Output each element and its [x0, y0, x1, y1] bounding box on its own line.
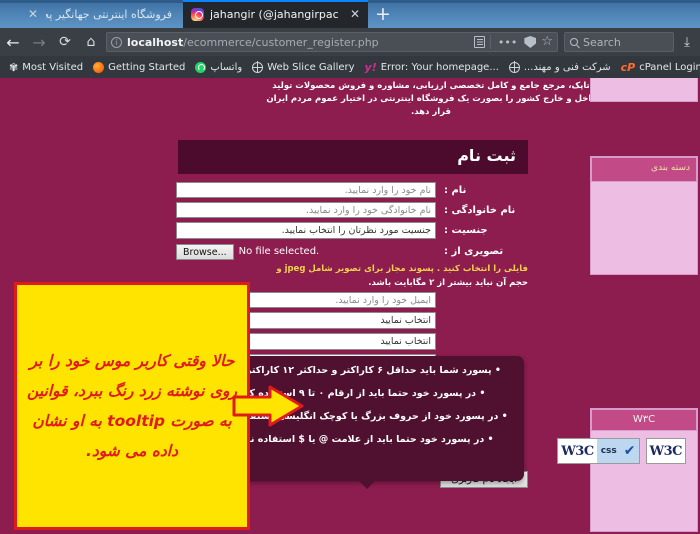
- site-slogan: تاپک، مرجع جامع و کامل تخصصی ارزیابی، مش…: [266, 81, 596, 117]
- bookmark-sherkat-fani[interactable]: شرکت فنی و مهند...: [504, 56, 616, 78]
- bookmark-web-slice-gallery[interactable]: Web Slice Gallery: [247, 56, 359, 78]
- form-row-gender: جنسیت : جنسیت مورد نظرتان را انتخاب نمای…: [176, 222, 528, 239]
- gender-select-value: جنسیت مورد نظرتان را انتخاب نمایید.: [281, 224, 431, 236]
- bookmark-label: Error: Your homepage...: [380, 61, 499, 73]
- bookmark-whatsapp[interactable]: واتساپ: [190, 56, 247, 78]
- back-icon[interactable]: ←: [0, 29, 26, 55]
- label-province: [436, 312, 528, 315]
- page-actions-icon[interactable]: •••: [496, 36, 519, 49]
- forward-icon[interactable]: →: [26, 29, 52, 55]
- bookmark-label: Web Slice Gallery: [267, 61, 355, 73]
- form-row-last-name: نام خانوادگی : نام خانوادگی خود را وارد …: [176, 202, 528, 218]
- tooltip-line-4: • در پسورد خود حتما باید از علامت @ یا $…: [224, 434, 494, 445]
- globe-icon: [508, 61, 520, 73]
- bookmark-label: Getting Started: [108, 61, 186, 73]
- check-icon: ✔: [620, 439, 639, 463]
- bookmark-star-icon[interactable]: ☆: [541, 35, 553, 48]
- label-last-name: نام خانوادگی :: [444, 205, 516, 216]
- search-placeholder: Search: [583, 35, 621, 49]
- bookmark-label: Most Visited: [22, 61, 84, 73]
- bookmark-getting-started[interactable]: Getting Started: [88, 56, 190, 78]
- browser-tab-inactive[interactable]: فروشگاه اینترنتی جهانگیر پچکم ✕: [20, 0, 180, 28]
- sidebar-w3c-header: W۳C: [591, 409, 697, 431]
- reader-view-icon[interactable]: [473, 36, 485, 48]
- city-select-value: انتخاب نمایید: [380, 335, 431, 347]
- gear-icon: ✾: [9, 60, 19, 74]
- bookmark-label: شرکت فنی و مهند...: [523, 61, 611, 73]
- firefox-icon: [93, 61, 105, 73]
- province-select-value: انتخاب نمایید: [380, 314, 431, 326]
- bookmark-cpanel-login[interactable]: cP cPanel Login: [616, 56, 700, 78]
- annotation-arrow-icon: [232, 385, 304, 427]
- url-text: localhost/ecommerce/customer_register.ph…: [127, 35, 379, 49]
- avatar-file-input[interactable]: Browse... No file selected.: [176, 243, 436, 260]
- downloads-icon[interactable]: ⤓: [674, 35, 700, 50]
- no-file-selected-text: No file selected.: [238, 246, 320, 257]
- sidebar-categories-header: دسته بندی: [591, 157, 697, 182]
- instagram-icon: [191, 7, 204, 21]
- w3c-css-badge[interactable]: W3C css ✔: [557, 438, 640, 464]
- browser-navbar: ← → ⟳ ⌂ i localhost/ecommerce/customer_r…: [0, 28, 700, 56]
- label-email: [436, 292, 528, 295]
- shield-icon[interactable]: [524, 36, 537, 48]
- url-bar[interactable]: i localhost/ecommerce/customer_register.…: [106, 32, 558, 52]
- whatsapp-icon: [195, 61, 207, 73]
- label-gender: جنسیت :: [444, 225, 488, 236]
- home-icon[interactable]: ⌂: [78, 29, 104, 55]
- cpanel-icon: cP: [620, 60, 636, 74]
- yahoo-icon: y!: [364, 60, 377, 74]
- tab-title: jahangir (@jahangirpachkam) • In: [210, 7, 338, 21]
- screenshot-root: فروشگاه اینترنتی جهانگیر پچکم ✕ jahangir…: [0, 0, 700, 534]
- close-icon[interactable]: ✕: [28, 7, 40, 21]
- bookmarks-bar: ✾ Most Visited Getting Started واتساپ We…: [0, 56, 700, 78]
- sidebar-box-top: [590, 78, 698, 102]
- w3c-badges: W3C css ✔ W3C: [557, 438, 686, 464]
- globe-icon: [252, 61, 264, 73]
- bookmark-most-visited[interactable]: ✾ Most Visited: [4, 56, 88, 78]
- label-city: [436, 333, 528, 336]
- browse-button[interactable]: Browse...: [176, 243, 234, 260]
- annotation-text: حالا وقتی کاربر موس خود را بر روی نوشته …: [27, 352, 237, 460]
- tooltip-tail: [358, 480, 376, 489]
- tooltip-line-1: • پسورد شما باید حداقل ۶ کاراکتر و حداکث…: [217, 365, 501, 376]
- w3c-kind: css: [596, 439, 621, 463]
- browser-tabstrip: فروشگاه اینترنتی جهانگیر پچکم ✕ jahangir…: [0, 0, 700, 28]
- site-info-icon[interactable]: i: [111, 36, 122, 48]
- gender-select[interactable]: جنسیت مورد نظرتان را انتخاب نمایید. ▼: [176, 222, 436, 239]
- last-name-input[interactable]: نام خانوادگی خود را وارد نمایید.: [176, 202, 436, 218]
- bookmark-label: واتساپ: [210, 61, 243, 73]
- bookmark-label: cPanel Login: [639, 61, 700, 73]
- reload-icon[interactable]: ⟳: [52, 29, 78, 55]
- browser-tab-active[interactable]: jahangir (@jahangirpachkam) • In ✕: [183, 0, 368, 28]
- close-icon[interactable]: ✕: [344, 7, 360, 21]
- w3c-mark: W3C: [558, 443, 597, 459]
- search-icon: [570, 38, 578, 46]
- label-first-name: نام :: [444, 185, 467, 196]
- annotation-box: حالا وقتی کاربر موس خود را بر روی نوشته …: [14, 282, 250, 530]
- tab-title: فروشگاه اینترنتی جهانگیر پچکم: [46, 7, 172, 21]
- file-hint-line1: فایلی را انتخاب کنید . پسوند مجاز برای ت…: [276, 264, 528, 274]
- page-title: ثبت نام: [178, 140, 528, 174]
- form-row-avatar: تصویری از : Browse... No file selected.: [176, 243, 528, 260]
- divider: [489, 35, 491, 49]
- label-avatar: تصویری از :: [444, 246, 504, 257]
- new-tab-button[interactable]: +: [372, 4, 394, 26]
- search-bar[interactable]: Search: [564, 32, 674, 52]
- form-row-first-name: نام : نام خود را وارد نمایید.: [176, 182, 528, 198]
- w3c-html-badge[interactable]: W3C: [645, 438, 686, 464]
- first-name-input[interactable]: نام خود را وارد نمایید.: [176, 182, 436, 198]
- w3c-mark: W3C: [646, 443, 685, 459]
- bookmark-error-homepage[interactable]: y! Error: Your homepage...: [360, 56, 504, 78]
